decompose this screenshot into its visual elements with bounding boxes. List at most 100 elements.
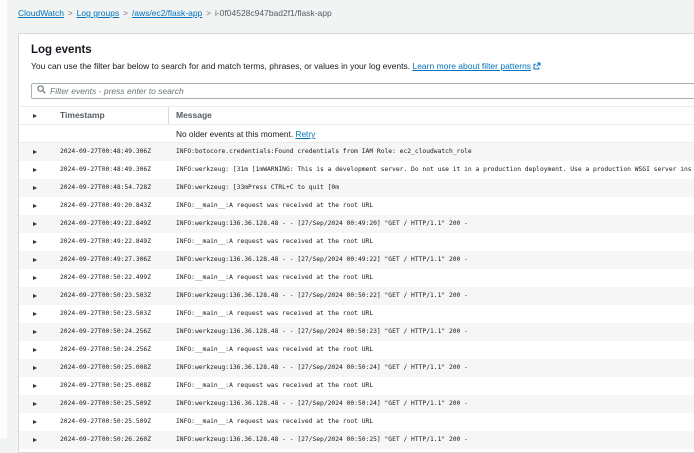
log-event-row[interactable]: 2024-09-27T00:48:49.306Z INFO:botocore.c… [19,143,694,161]
log-message: INFO:__main__:A request was received at … [168,269,694,287]
log-event-row[interactable]: 2024-09-27T00:50:22.499Z INFO:__main__:A… [19,269,694,287]
log-event-row[interactable]: 2024-09-27T00:49:22.849Z INFO:__main__:A… [19,233,694,251]
expand-row-cell[interactable] [19,179,60,197]
log-message: INFO:__main__:A request was received at … [168,305,694,323]
log-event-row[interactable]: 2024-09-27T00:50:23.503Z INFO:werkzeug:1… [19,287,694,305]
window-left-edge [0,0,7,438]
expand-row-icon[interactable] [33,150,37,154]
log-timestamp: 2024-09-27T00:50:25.008Z [60,377,168,395]
log-timestamp: 2024-09-27T00:49:22.849Z [60,233,168,251]
expand-row-icon[interactable] [33,186,37,190]
learn-more-link[interactable]: Learn more about filter patterns [412,61,541,71]
log-timestamp: 2024-09-27T00:50:24.256Z [60,341,168,359]
external-link-icon [533,62,541,70]
expand-row-cell[interactable] [19,431,60,449]
log-event-row[interactable]: 2024-09-27T00:50:26.260Z INFO:werkzeug:1… [19,431,694,449]
log-message: INFO:werkzeug:136.36.128.48 - - [27/Sep/… [168,395,694,413]
expand-row-cell[interactable] [19,413,60,431]
log-event-row[interactable]: 2024-09-27T00:48:54.728Z INFO:werkzeug: … [19,179,694,197]
log-message: INFO:werkzeug:136.36.128.48 - - [27/Sep/… [168,359,694,377]
expand-row-cell[interactable] [19,359,60,377]
log-timestamp: 2024-09-27T00:49:20.843Z [60,197,168,215]
log-message: INFO:__main__:A request was received at … [168,233,694,251]
breadcrumb-separator-icon: > [123,9,128,18]
expand-row-icon[interactable] [33,294,37,298]
expand-all-icon[interactable] [33,114,37,118]
empty-timestamp-cell [60,125,168,142]
expand-row-icon[interactable] [33,312,37,316]
expand-row-cell[interactable] [19,197,60,215]
log-timestamp: 2024-09-27T00:48:49.306Z [60,143,168,161]
expand-row-cell[interactable] [19,323,60,341]
breadcrumb-separator-icon: > [206,9,211,18]
log-timestamp: 2024-09-27T00:50:22.499Z [60,269,168,287]
expand-row-icon[interactable] [33,384,37,388]
log-event-row[interactable]: 2024-09-27T00:48:49.306Z INFO:werkzeug: … [19,161,694,179]
expand-row-cell[interactable] [19,341,60,359]
expand-row-icon[interactable] [33,366,37,370]
expand-row-cell[interactable] [19,215,60,233]
breadcrumb-item[interactable]: /aws/ec2/flask-app [132,8,202,18]
log-timestamp: 2024-09-27T00:50:25.509Z [60,395,168,413]
log-timestamp: 2024-09-27T00:50:24.256Z [60,323,168,341]
page-title: Log events [31,44,694,56]
log-rows-container: 2024-09-27T00:48:49.306Z INFO:botocore.c… [19,143,694,449]
breadcrumb-item: i-0f04528c947bad2f1/flask-app [215,8,332,18]
expand-row-icon[interactable] [33,204,37,208]
log-timestamp: 2024-09-27T00:49:27.306Z [60,251,168,269]
table-header-row: Timestamp Message [19,107,694,125]
column-header-message[interactable]: Message [168,107,694,124]
log-event-row[interactable]: 2024-09-27T00:50:24.256Z INFO:__main__:A… [19,341,694,359]
learn-more-label: Learn more about filter patterns [412,61,531,71]
retry-link[interactable]: Retry [295,129,315,139]
expand-row-cell[interactable] [19,287,60,305]
filter-events-input[interactable] [31,83,694,99]
expand-row-icon[interactable] [33,240,37,244]
panel-description: You can use the filter bar below to sear… [31,61,694,71]
expand-row-icon[interactable] [33,438,37,442]
expand-row-cell[interactable] [19,233,60,251]
expand-row-icon[interactable] [33,402,37,406]
log-message: INFO:__main__:A request was received at … [168,413,694,431]
empty-arrow-cell [19,125,60,142]
log-events-table: Timestamp Message No older events at thi… [19,106,694,449]
log-event-row[interactable]: 2024-09-27T00:50:23.503Z INFO:__main__:A… [19,305,694,323]
breadcrumb-item[interactable]: Log groups [77,8,120,18]
log-event-row[interactable]: 2024-09-27T00:49:27.306Z INFO:werkzeug:1… [19,251,694,269]
expand-row-cell[interactable] [19,395,60,413]
log-timestamp: 2024-09-27T00:50:23.503Z [60,287,168,305]
expand-row-cell[interactable] [19,161,60,179]
log-event-row[interactable]: 2024-09-27T00:50:24.256Z INFO:werkzeug:1… [19,323,694,341]
expand-row-icon[interactable] [33,258,37,262]
log-events-panel: Log events You can use the filter bar be… [18,33,694,453]
log-event-row[interactable]: 2024-09-27T00:50:25.008Z INFO:werkzeug:1… [19,359,694,377]
expand-all-cell[interactable] [19,107,60,124]
log-message: INFO:werkzeug:136.36.128.48 - - [27/Sep/… [168,215,694,233]
expand-row-cell[interactable] [19,305,60,323]
breadcrumb: CloudWatch>Log groups>/aws/ec2/flask-app… [18,8,332,18]
log-event-row[interactable]: 2024-09-27T00:50:25.509Z INFO:werkzeug:1… [19,395,694,413]
expand-row-icon[interactable] [33,276,37,280]
expand-row-cell[interactable] [19,269,60,287]
expand-row-icon[interactable] [33,222,37,226]
expand-row-cell[interactable] [19,143,60,161]
expand-row-icon[interactable] [33,348,37,352]
log-event-row[interactable]: 2024-09-27T00:49:20.843Z INFO:__main__:A… [19,197,694,215]
no-older-events-text: No older events at this moment. [176,129,293,139]
log-message: INFO:__main__:A request was received at … [168,197,694,215]
expand-row-icon[interactable] [33,330,37,334]
expand-row-icon[interactable] [33,168,37,172]
log-message: INFO:werkzeug: [31m [1mWARNING: This is … [168,161,694,179]
column-header-timestamp[interactable]: Timestamp [60,107,168,124]
log-event-row[interactable]: 2024-09-27T00:49:22.849Z INFO:werkzeug:1… [19,215,694,233]
log-timestamp: 2024-09-27T00:48:49.306Z [60,161,168,179]
log-event-row[interactable]: 2024-09-27T00:50:25.509Z INFO:__main__:A… [19,413,694,431]
search-icon [37,85,46,94]
expand-row-icon[interactable] [33,420,37,424]
expand-row-cell[interactable] [19,251,60,269]
filter-bar [31,81,694,99]
log-event-row[interactable]: 2024-09-27T00:50:25.008Z INFO:__main__:A… [19,377,694,395]
log-message: INFO:werkzeug:136.36.128.48 - - [27/Sep/… [168,287,694,305]
expand-row-cell[interactable] [19,377,60,395]
breadcrumb-item[interactable]: CloudWatch [18,8,64,18]
